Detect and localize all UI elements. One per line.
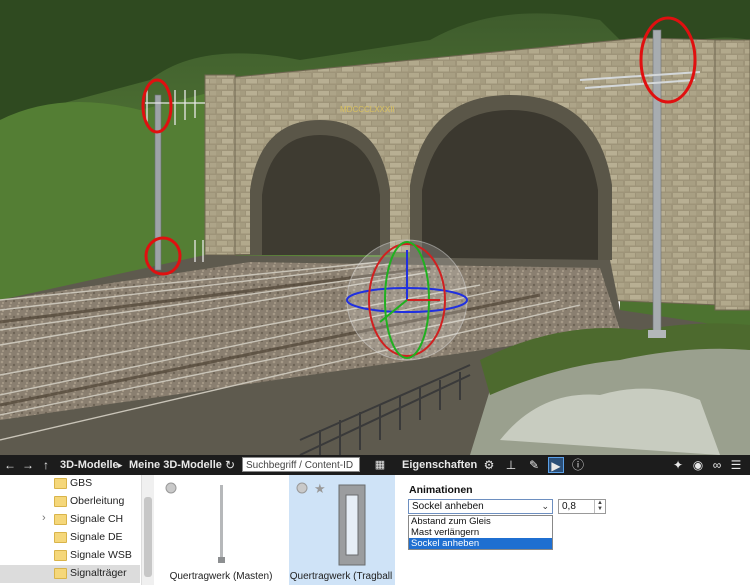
animations-heading: Animationen	[409, 484, 473, 496]
animation-option[interactable]: Abstand zum Gleis	[409, 516, 552, 527]
breadcrumb-separator: ▸	[118, 460, 123, 470]
tree-item[interactable]: Signalträger	[0, 565, 140, 583]
search-input[interactable]: Suchbegriff / Content-ID	[242, 457, 360, 472]
tree-item-label: Signale WSB	[70, 549, 132, 561]
back-arrow-icon[interactable]: ←	[2, 457, 18, 473]
link-icon[interactable]: ∞	[709, 457, 725, 473]
status-dot-icon	[296, 482, 308, 494]
content-panel: GBS Oberleitung › Signale CH Signale DE Signa…	[0, 475, 750, 585]
chevron-down-icon: ⌄	[541, 501, 549, 511]
tree-item[interactable]: GBS	[0, 475, 140, 493]
model-caption: Quertragwerk (Tragball	[289, 571, 393, 582]
tree-item-label: Signalträger	[70, 567, 127, 579]
breadcrumb-current[interactable]: Meine 3D-Modelle	[129, 455, 222, 475]
folder-icon	[54, 532, 67, 543]
animation-option[interactable]: Sockel anheben	[409, 538, 552, 549]
content-toolbar: ← → ↑ 3D-Modelle ▸ Meine 3D-Modelle ↻ ▦ …	[0, 455, 750, 475]
model-caption: Quertragwerk (Masten)	[169, 571, 273, 582]
grid-view-icon[interactable]: ▦	[372, 457, 388, 473]
pin-icon[interactable]: ✦	[670, 457, 686, 473]
eye-icon[interactable]: ◉	[690, 457, 706, 473]
folder-icon	[54, 514, 67, 525]
folder-tree: GBS Oberleitung › Signale CH Signale DE Signa…	[0, 475, 140, 585]
animation-value-stepper[interactable]: 0,8 ▲ ▼	[558, 499, 606, 514]
favorite-star-icon: ★	[314, 481, 326, 496]
brush-icon[interactable]: ✎	[526, 457, 542, 473]
tree-scrollbar[interactable]	[141, 475, 154, 585]
tunnel-inscription: MDCCCLXXXII	[340, 105, 395, 114]
gear-icon[interactable]: ⚙	[481, 457, 497, 473]
info-icon[interactable]: ⓘ	[570, 457, 586, 473]
properties-title: Eigenschaften	[402, 459, 478, 471]
scrollbar-thumb[interactable]	[144, 497, 152, 577]
tree-item-label: Oberleitung	[70, 495, 125, 507]
folder-icon	[54, 496, 67, 507]
animation-tab-icon[interactable]: ▶	[548, 457, 564, 473]
status-dot-icon	[165, 482, 177, 494]
folder-icon	[54, 478, 67, 489]
menu-icon[interactable]: ☰	[728, 457, 744, 473]
model-grid: Quertragwerk (Masten) ★ Quertragwerk (Tr…	[155, 475, 421, 585]
refresh-icon[interactable]: ↻	[222, 457, 238, 473]
tree-item-label: GBS	[70, 477, 93, 489]
breadcrumb-root[interactable]: 3D-Modelle	[60, 455, 119, 475]
axis-icon[interactable]: ⊥	[503, 457, 519, 473]
animation-options-list: Abstand zum Gleis Mast verlängern Sockel a…	[408, 515, 553, 550]
tree-item[interactable]: Signale WSB	[0, 547, 140, 565]
stepper-arrows-icon[interactable]: ▲ ▼	[594, 500, 605, 513]
3d-viewport[interactable]: MDCCCLXXXII	[0, 0, 750, 455]
chevron-right-icon[interactable]: ›	[42, 512, 46, 524]
folder-icon	[54, 568, 67, 579]
folder-icon	[54, 550, 67, 561]
model-tile[interactable]: Quertragwerk (Masten)	[155, 475, 287, 585]
tree-item[interactable]: › Signale CH	[0, 511, 140, 529]
tree-item-label: Signale CH	[70, 513, 124, 525]
animation-select[interactable]: Sockel anheben ⌄	[408, 499, 553, 514]
tree-item-label: Signale DE	[70, 531, 123, 543]
forward-arrow-icon[interactable]: →	[20, 457, 36, 473]
tree-item[interactable]: Signale DE	[0, 529, 140, 547]
animation-option[interactable]: Mast verlängern	[409, 527, 552, 538]
properties-panel: Animationen Sockel anheben ⌄ Abstand zum…	[395, 475, 750, 585]
transform-gizmo	[346, 239, 468, 361]
up-arrow-icon[interactable]: ↑	[38, 457, 54, 473]
tree-item[interactable]: Oberleitung	[0, 493, 140, 511]
